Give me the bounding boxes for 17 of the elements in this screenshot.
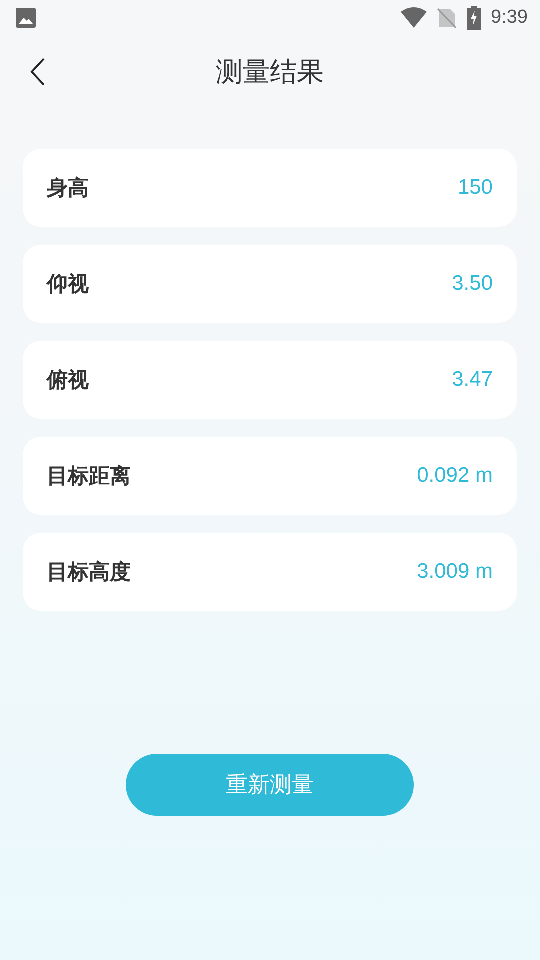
page-title: 测量结果 <box>216 56 324 90</box>
result-label: 身高 <box>47 175 89 202</box>
remeasure-button[interactable]: 重新测量 <box>126 754 414 816</box>
result-label: 目标距离 <box>47 463 131 490</box>
no-sim-icon <box>437 7 458 29</box>
result-value: 3.50 <box>452 272 493 296</box>
result-label: 俯视 <box>47 367 89 394</box>
image-icon <box>16 8 36 28</box>
wifi-icon <box>401 7 428 29</box>
result-value: 3.009 m <box>417 560 493 584</box>
status-time: 9:39 <box>491 7 528 29</box>
battery-charging-icon <box>467 6 482 30</box>
result-value: 150 <box>458 176 493 200</box>
result-label: 仰视 <box>47 271 89 298</box>
result-value: 3.47 <box>452 368 493 392</box>
result-value: 0.092 m <box>417 464 493 488</box>
result-label: 目标高度 <box>47 559 131 586</box>
